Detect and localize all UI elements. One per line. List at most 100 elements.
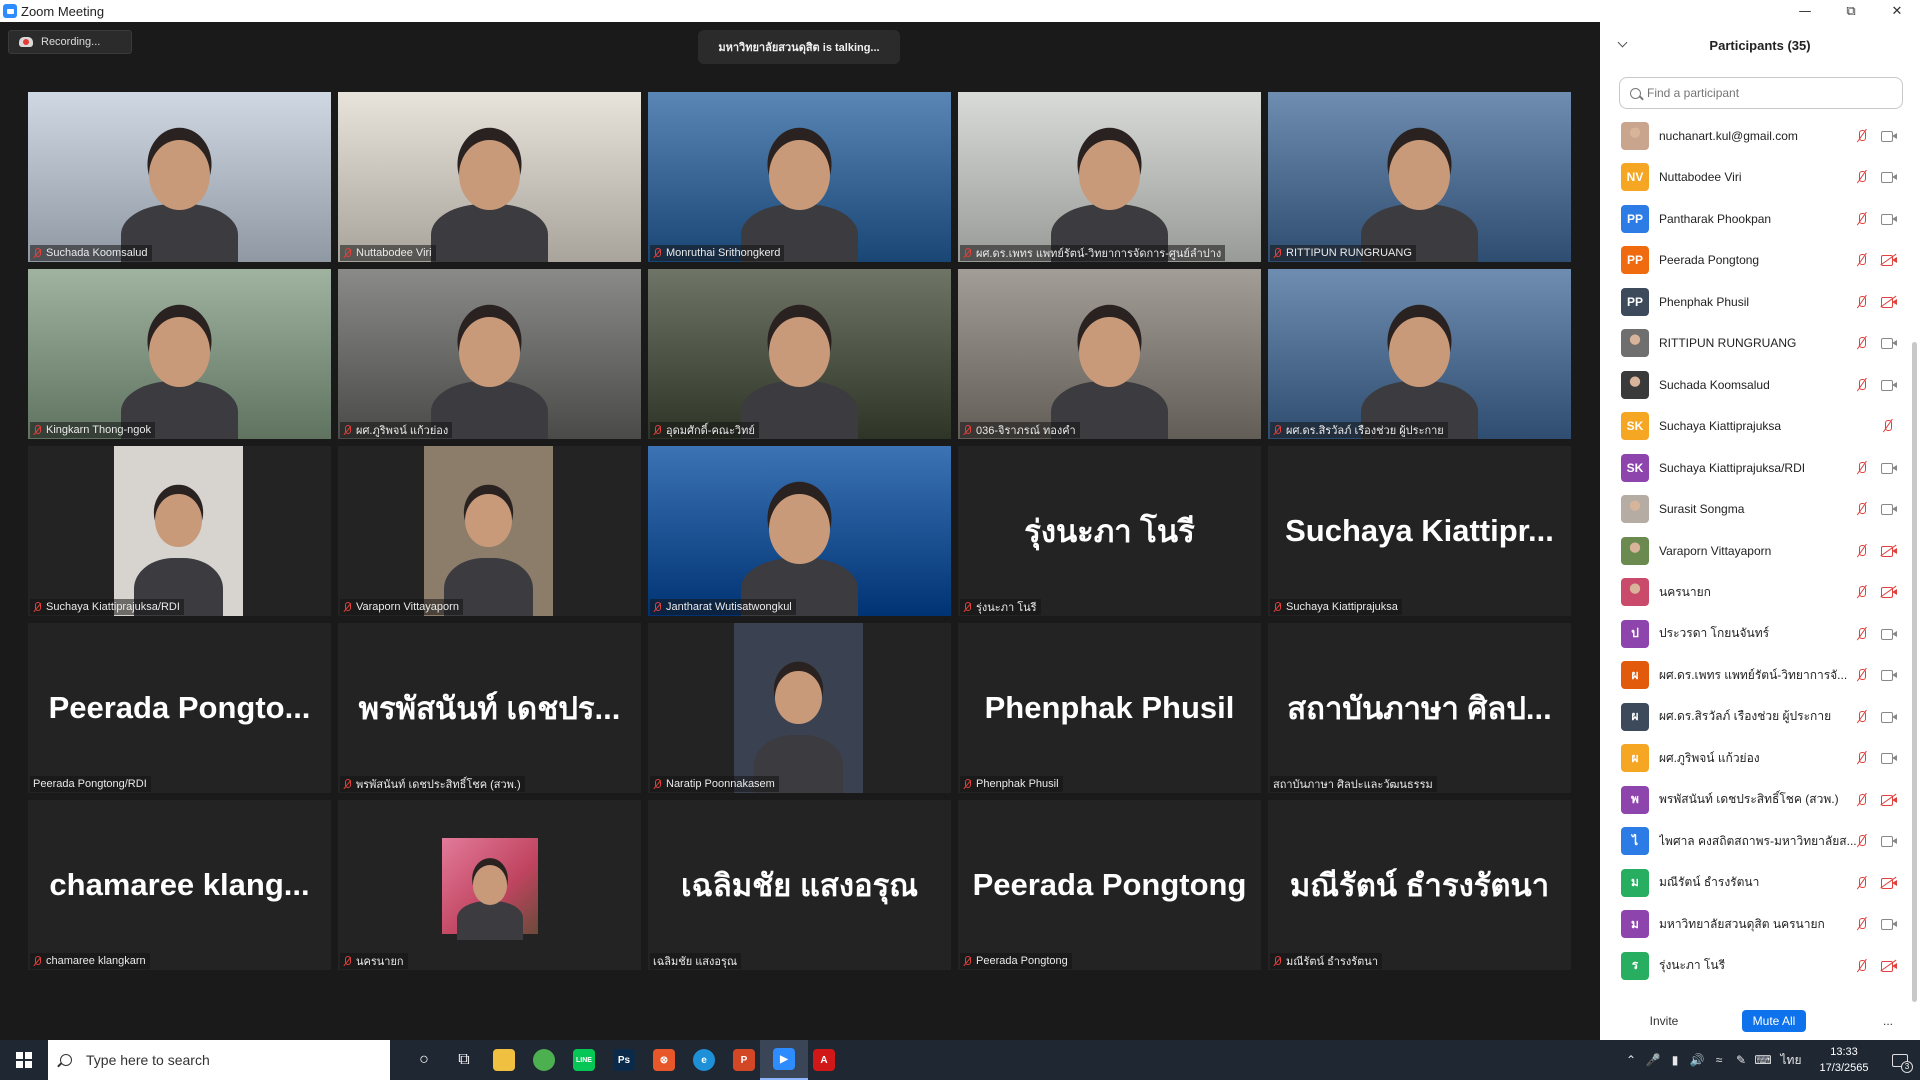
keyboard-icon[interactable]: ⌨ [1752,1040,1774,1080]
video-tile[interactable]: Suchaya Kiattipr... Suchaya Kiattiprajuks… [1268,446,1571,616]
recording-indicator[interactable]: Recording... [8,30,132,54]
mic-muted-icon[interactable] [1855,212,1869,226]
participant-row[interactable]: PP Peerada Pongtong [1600,240,1912,281]
participant-row[interactable]: ม มณีรัตน์ ธำรงรัตนา [1600,862,1912,903]
participant-row[interactable]: พ พรพัสนันท์ เดชประสิทธิ์โชค (สวพ.) [1600,779,1912,820]
video-tile[interactable]: Monruthai Srithongkerd [648,92,951,262]
mic-muted-icon[interactable] [1855,461,1869,475]
participant-row[interactable]: ผ ผศ.ภูริพจน์ แก้วย่อง [1600,738,1912,779]
participant-row[interactable]: Surasit Songma [1600,489,1912,530]
video-tile[interactable]: Varaporn Vittayaporn [338,446,641,616]
mic-muted-icon[interactable] [1855,751,1869,765]
video-camera-icon[interactable] [1881,337,1897,349]
clock[interactable]: 13:33 17/3/2565 [1808,1044,1880,1076]
participant-row[interactable]: ร รุ่งนะภา โนรี [1600,945,1912,986]
mic-muted-icon[interactable] [1855,876,1869,890]
video-tile[interactable]: อุดมศักดิ์-คณะวิทย์ [648,269,951,439]
participant-list-scrollbar[interactable] [1912,342,1917,1002]
participant-row[interactable]: ม มหาวิทยาลัยสวนดุสิต นครนายก [1600,904,1912,945]
mic-muted-icon[interactable] [1855,502,1869,516]
video-tile[interactable]: Peerada Pongto... Peerada Pongtong/RDI [28,623,331,793]
participant-row[interactable]: nuchanart.kul@gmail.com [1600,115,1912,156]
invite-button[interactable]: Invite [1640,1010,1688,1032]
video-tile[interactable]: ผศ.ภูริพจน์ แก้วย่อง [338,269,641,439]
mic-muted-icon[interactable] [1855,917,1869,931]
video-tile[interactable]: Suchada Koomsalud [28,92,331,262]
video-tile[interactable]: RITTIPUN RUNGRUANG [1268,92,1571,262]
mic-muted-icon[interactable] [1855,834,1869,848]
video-tile[interactable]: มณีรัตน์ ธำรงรัตนา มณีรัตน์ ธำรงรัตนา [1268,800,1571,970]
video-camera-icon[interactable] [1881,628,1897,640]
mic-muted-icon[interactable] [1855,710,1869,724]
video-tile[interactable]: ผศ.ดร.สิรวัลภ์ เรืองช่วย ผู้ประกาย [1268,269,1571,439]
participant-row[interactable]: SK Suchaya Kiattiprajuksa [1600,406,1912,447]
participant-row[interactable]: ไ ไพศาล คงสถิตสถาพร-มหาวิทยาลัยส... [1600,821,1912,862]
video-tile[interactable]: รุ่งนะภา โนรี รุ่งนะภา โนรี [958,446,1261,616]
video-camera-icon[interactable] [1881,130,1897,142]
restore-button[interactable]: ⧉ [1828,0,1874,22]
mic-muted-icon[interactable] [1855,585,1869,599]
video-camera-icon[interactable] [1881,503,1897,515]
mic-muted-icon[interactable] [1855,295,1869,309]
video-tile[interactable]: พรพัสนันท์ เดชปร... พรพัสนันท์ เดชประสิทธ… [338,623,641,793]
video-tile[interactable]: Nuttabodee Viri [338,92,641,262]
mic-muted-icon[interactable] [1881,419,1895,433]
participant-row[interactable]: SK Suchaya Kiattiprajuksa/RDI [1600,447,1912,488]
video-camera-icon[interactable] [1881,213,1897,225]
volume-icon[interactable]: 🔊 [1686,1040,1708,1080]
participant-row[interactable]: นครนายก [1600,572,1912,613]
minimize-button[interactable]: — [1782,0,1828,22]
video-tile[interactable]: Peerada Pongtong Peerada Pongtong [958,800,1261,970]
battery-icon[interactable]: ▮ [1664,1040,1686,1080]
action-center-button[interactable]: 3 [1880,1040,1920,1080]
mic-muted-icon[interactable] [1855,544,1869,558]
video-tile[interactable]: Jantharat Wutisatwongkul [648,446,951,616]
mic-muted-icon[interactable] [1855,668,1869,682]
participant-row[interactable]: RITTIPUN RUNGRUANG [1600,323,1912,364]
video-camera-icon[interactable] [1881,669,1897,681]
mic-muted-icon[interactable] [1855,959,1869,973]
video-camera-icon[interactable] [1881,711,1897,723]
microphone-icon[interactable]: 🎤 [1642,1040,1664,1080]
mic-muted-icon[interactable] [1855,627,1869,641]
pen-icon[interactable]: ✎ [1730,1040,1752,1080]
mic-muted-icon[interactable] [1855,170,1869,184]
collapse-icon[interactable] [1618,40,1628,50]
participant-row[interactable]: NV Nuttabodee Viri [1600,157,1912,198]
video-camera-icon[interactable] [1881,835,1897,847]
video-tile[interactable]: นครนายก [338,800,641,970]
video-tile[interactable]: Suchaya Kiattiprajuksa/RDI [28,446,331,616]
taskbar-app-acrobat[interactable]: A [800,1040,848,1080]
video-camera-icon[interactable] [1881,171,1897,183]
video-camera-icon[interactable] [1881,752,1897,764]
input-language[interactable]: ไทย [1774,1040,1808,1080]
taskbar-search-box[interactable]: Type here to search [48,1040,390,1080]
mic-muted-icon[interactable] [1855,378,1869,392]
video-camera-icon[interactable] [1881,379,1897,391]
mic-muted-icon[interactable] [1855,253,1869,267]
video-camera-icon[interactable] [1881,462,1897,474]
participant-row[interactable]: ป ประวรดา โกยนจันทร์ [1600,613,1912,654]
participant-row[interactable]: PP Phenphak Phusil [1600,281,1912,322]
more-options-button[interactable]: ... [1872,1010,1904,1032]
wifi-icon[interactable]: ≈ [1708,1040,1730,1080]
participant-search[interactable] [1619,77,1903,109]
mute-all-button[interactable]: Mute All [1742,1010,1806,1032]
mic-muted-icon[interactable] [1855,336,1869,350]
video-tile[interactable]: Naratip Poonnakasem [648,623,951,793]
participant-row[interactable]: Varaporn Vittayaporn [1600,530,1912,571]
video-tile[interactable]: 036-จิราภรณ์ ทองคำ [958,269,1261,439]
show-hidden-icons-chevron-icon[interactable]: ⌃ [1620,1040,1642,1080]
participant-row[interactable]: ผ ผศ.ดร.สิรวัลภ์ เรืองช่วย ผู้ประกาย [1600,696,1912,737]
participant-row[interactable]: ผ ผศ.ดร.เพทร แพทย์รัตน์-วิทยาการจั... [1600,655,1912,696]
video-camera-icon[interactable] [1881,918,1897,930]
participant-row[interactable]: PP Pantharak Phookpan [1600,198,1912,239]
mic-muted-icon[interactable] [1855,129,1869,143]
video-tile[interactable]: chamaree klang... chamaree klangkarn [28,800,331,970]
participant-row[interactable]: Suchada Koomsalud [1600,364,1912,405]
video-tile[interactable]: Kingkarn Thong-ngok [28,269,331,439]
video-tile[interactable]: เฉลิมชัย แสงอรุณ เฉลิมชัย แสงอรุณ [648,800,951,970]
mic-muted-icon[interactable] [1855,793,1869,807]
video-tile[interactable]: สถาบันภาษา ศิลป... สถาบันภาษา ศิลปะและวัฒ… [1268,623,1571,793]
video-tile[interactable]: ผศ.ดร.เพทร แพทย์รัตน์-วิทยาการจัดการ-ศูน… [958,92,1261,262]
